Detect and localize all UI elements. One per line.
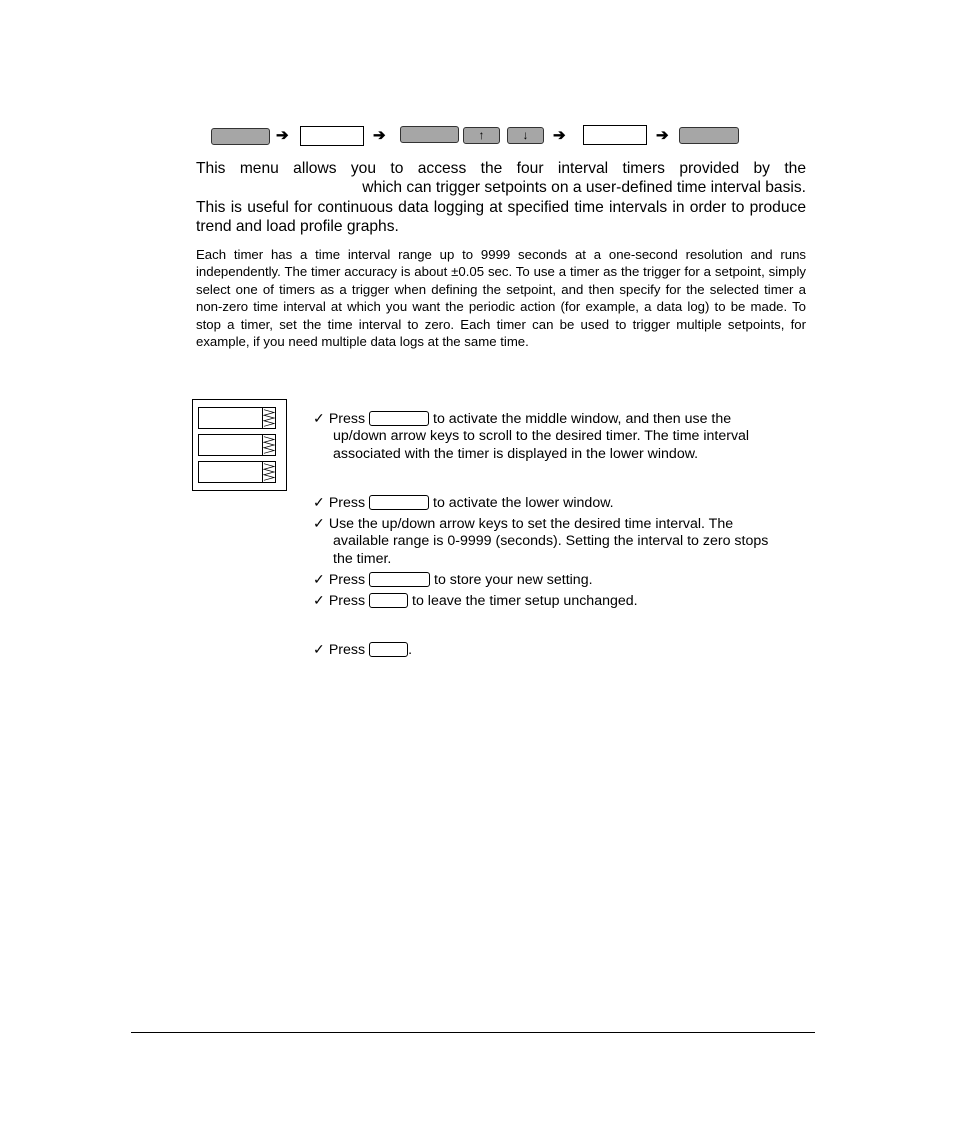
arrow-down-icon: ↓ — [522, 128, 529, 142]
up-arrow-key[interactable]: ↑ — [463, 127, 500, 144]
arrow-up-icon: ↑ — [478, 128, 485, 142]
step-select-timer: ✓ Press to activate the middle window, a… — [313, 411, 750, 462]
zigzag-icon — [262, 435, 275, 455]
down-arrow-key[interactable]: ↓ — [507, 127, 544, 144]
step-exit: ✓ Press . — [313, 642, 413, 658]
check-icon: ✓ — [313, 572, 325, 588]
menu-key[interactable] — [211, 128, 270, 145]
intro-line-2: which can trigger setpoints on a user-de… — [362, 179, 806, 197]
zigzag-icon — [262, 462, 275, 482]
arrow-right-icon: ➔ — [276, 127, 289, 144]
arrow-right-icon: ➔ — [656, 127, 669, 144]
esc-key[interactable] — [369, 642, 409, 657]
meter-display-diagram — [192, 399, 287, 491]
intro-line-1: This menu allows you to access the four … — [196, 160, 806, 177]
check-icon: ✓ — [313, 411, 325, 427]
middle-window — [198, 434, 276, 456]
lower-window — [198, 461, 276, 483]
select-key[interactable] — [400, 126, 459, 143]
check-icon: ✓ — [313, 495, 325, 511]
check-icon: ✓ — [313, 593, 325, 609]
intro-line-3: This is useful for continuous data loggi… — [196, 198, 806, 236]
step-store: ✓ Press to store your new setting. — [313, 572, 593, 588]
display-window — [300, 126, 364, 146]
footer-divider — [131, 1032, 815, 1033]
esc-key[interactable] — [369, 593, 409, 608]
check-icon: ✓ — [313, 516, 325, 532]
display-window — [583, 125, 647, 145]
intro-paragraph: This menu allows you to access the four … — [196, 159, 806, 237]
select-key[interactable] — [369, 411, 430, 426]
check-icon: ✓ — [313, 642, 325, 658]
step-cancel: ✓ Press to leave the timer setup unchang… — [313, 593, 638, 609]
select-key[interactable] — [369, 495, 430, 510]
upper-window — [198, 407, 276, 429]
detail-paragraph: Each timer has a time interval range up … — [196, 247, 806, 350]
zigzag-icon — [262, 408, 275, 428]
enter-key[interactable] — [369, 572, 431, 587]
step-set-interval: ✓ Use the up/down arrow keys to set the … — [313, 516, 769, 567]
enter-key[interactable] — [679, 127, 739, 144]
arrow-right-icon: ➔ — [373, 127, 386, 144]
step-activate-lower: ✓ Press to activate the lower window. — [313, 495, 614, 511]
arrow-right-icon: ➔ — [553, 127, 566, 144]
